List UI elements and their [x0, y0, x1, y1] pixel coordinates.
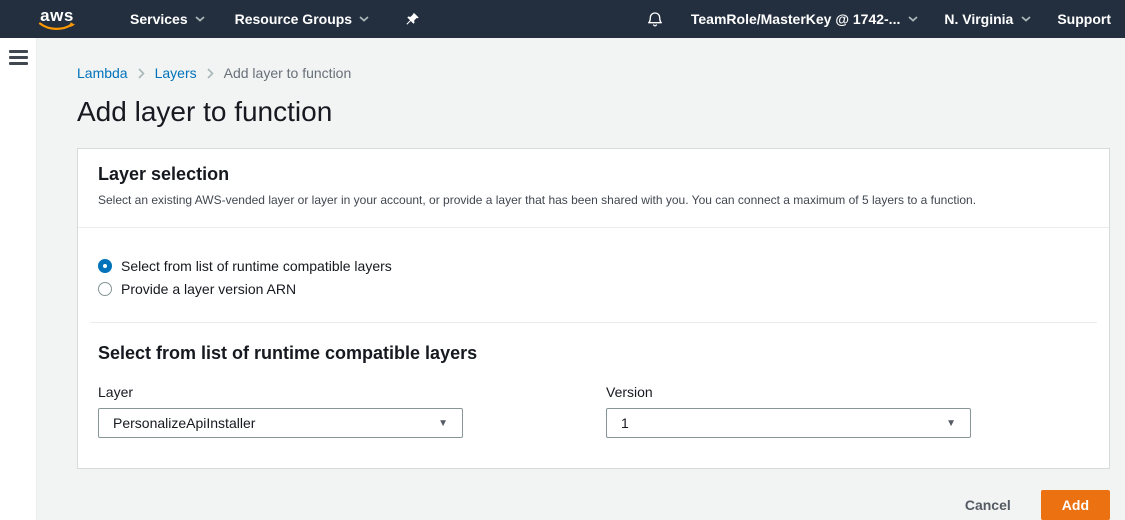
radio-option-runtime-compatible[interactable]: Select from list of runtime compatible l…	[98, 258, 1089, 274]
nav-support-menu[interactable]: Support	[1057, 11, 1111, 27]
breadcrumb-layers-link[interactable]: Layers	[155, 65, 197, 81]
breadcrumb: Lambda Layers Add layer to function	[77, 65, 1110, 81]
nav-services-menu[interactable]: Services	[130, 11, 205, 27]
main-content: Lambda Layers Add layer to function Add …	[37, 38, 1125, 520]
dropdown-caret-icon: ▼	[946, 418, 956, 429]
nav-resource-groups-menu[interactable]: Resource Groups	[235, 11, 369, 27]
breadcrumb-chevron-icon	[138, 68, 145, 79]
version-field: Version 1 ▼	[606, 384, 971, 438]
pin-icon[interactable]	[405, 12, 420, 27]
card-description: Select an existing AWS-vended layer or l…	[98, 193, 1089, 207]
breadcrumb-current-page: Add layer to function	[224, 65, 352, 81]
chevron-down-icon	[359, 16, 369, 22]
card-title: Layer selection	[98, 164, 1089, 185]
runtime-compatible-layers-section: Select from list of runtime compatible l…	[78, 323, 1109, 468]
add-button[interactable]: Add	[1041, 490, 1110, 520]
card-header: Layer selection Select an existing AWS-v…	[78, 149, 1109, 227]
radio-icon[interactable]	[98, 282, 112, 296]
chevron-down-icon	[908, 16, 918, 22]
nav-account-label: TeamRole/MasterKey @ 1742-...	[691, 11, 900, 27]
bell-icon[interactable]	[647, 10, 663, 28]
cancel-button[interactable]: Cancel	[965, 497, 1011, 513]
nav-resource-groups-label: Resource Groups	[235, 11, 352, 27]
radio-icon[interactable]	[98, 259, 112, 273]
layer-field-label: Layer	[98, 384, 463, 400]
page-title: Add layer to function	[77, 96, 1110, 128]
breadcrumb-chevron-icon	[207, 68, 214, 79]
breadcrumb-lambda-link[interactable]: Lambda	[77, 65, 128, 81]
chevron-down-icon	[1021, 16, 1031, 22]
nav-region-label: N. Virginia	[944, 11, 1013, 27]
page-body: Lambda Layers Add layer to function Add …	[0, 38, 1125, 520]
radio-option-layer-arn[interactable]: Provide a layer version ARN	[98, 281, 1089, 297]
dropdown-caret-icon: ▼	[438, 418, 448, 429]
section-title: Select from list of runtime compatible l…	[98, 343, 1089, 364]
fields-row: Layer PersonalizeApiInstaller ▼ Version …	[98, 384, 1089, 438]
layer-field: Layer PersonalizeApiInstaller ▼	[98, 384, 463, 438]
nav-services-label: Services	[130, 11, 188, 27]
layer-select[interactable]: PersonalizeApiInstaller ▼	[98, 408, 463, 438]
top-navigation: aws Services Resource Groups TeamRole/Ma…	[0, 0, 1125, 38]
chevron-down-icon	[195, 16, 205, 22]
layer-selection-card: Layer selection Select an existing AWS-v…	[77, 148, 1110, 469]
radio-option-label: Provide a layer version ARN	[121, 281, 296, 297]
hamburger-menu-icon[interactable]	[9, 50, 28, 68]
version-field-label: Version	[606, 384, 971, 400]
radio-option-label: Select from list of runtime compatible l…	[121, 258, 392, 274]
version-select[interactable]: 1 ▼	[606, 408, 971, 438]
nav-region-menu[interactable]: N. Virginia	[944, 11, 1031, 27]
nav-account-menu[interactable]: TeamRole/MasterKey @ 1742-...	[691, 11, 918, 27]
left-sidebar	[0, 38, 37, 520]
version-select-value: 1	[621, 415, 629, 431]
aws-smile-icon	[38, 22, 76, 31]
layer-source-radio-group: Select from list of runtime compatible l…	[78, 228, 1109, 322]
layer-select-value: PersonalizeApiInstaller	[113, 415, 255, 431]
footer-actions: Cancel Add	[77, 490, 1110, 520]
aws-logo[interactable]: aws	[38, 7, 76, 31]
